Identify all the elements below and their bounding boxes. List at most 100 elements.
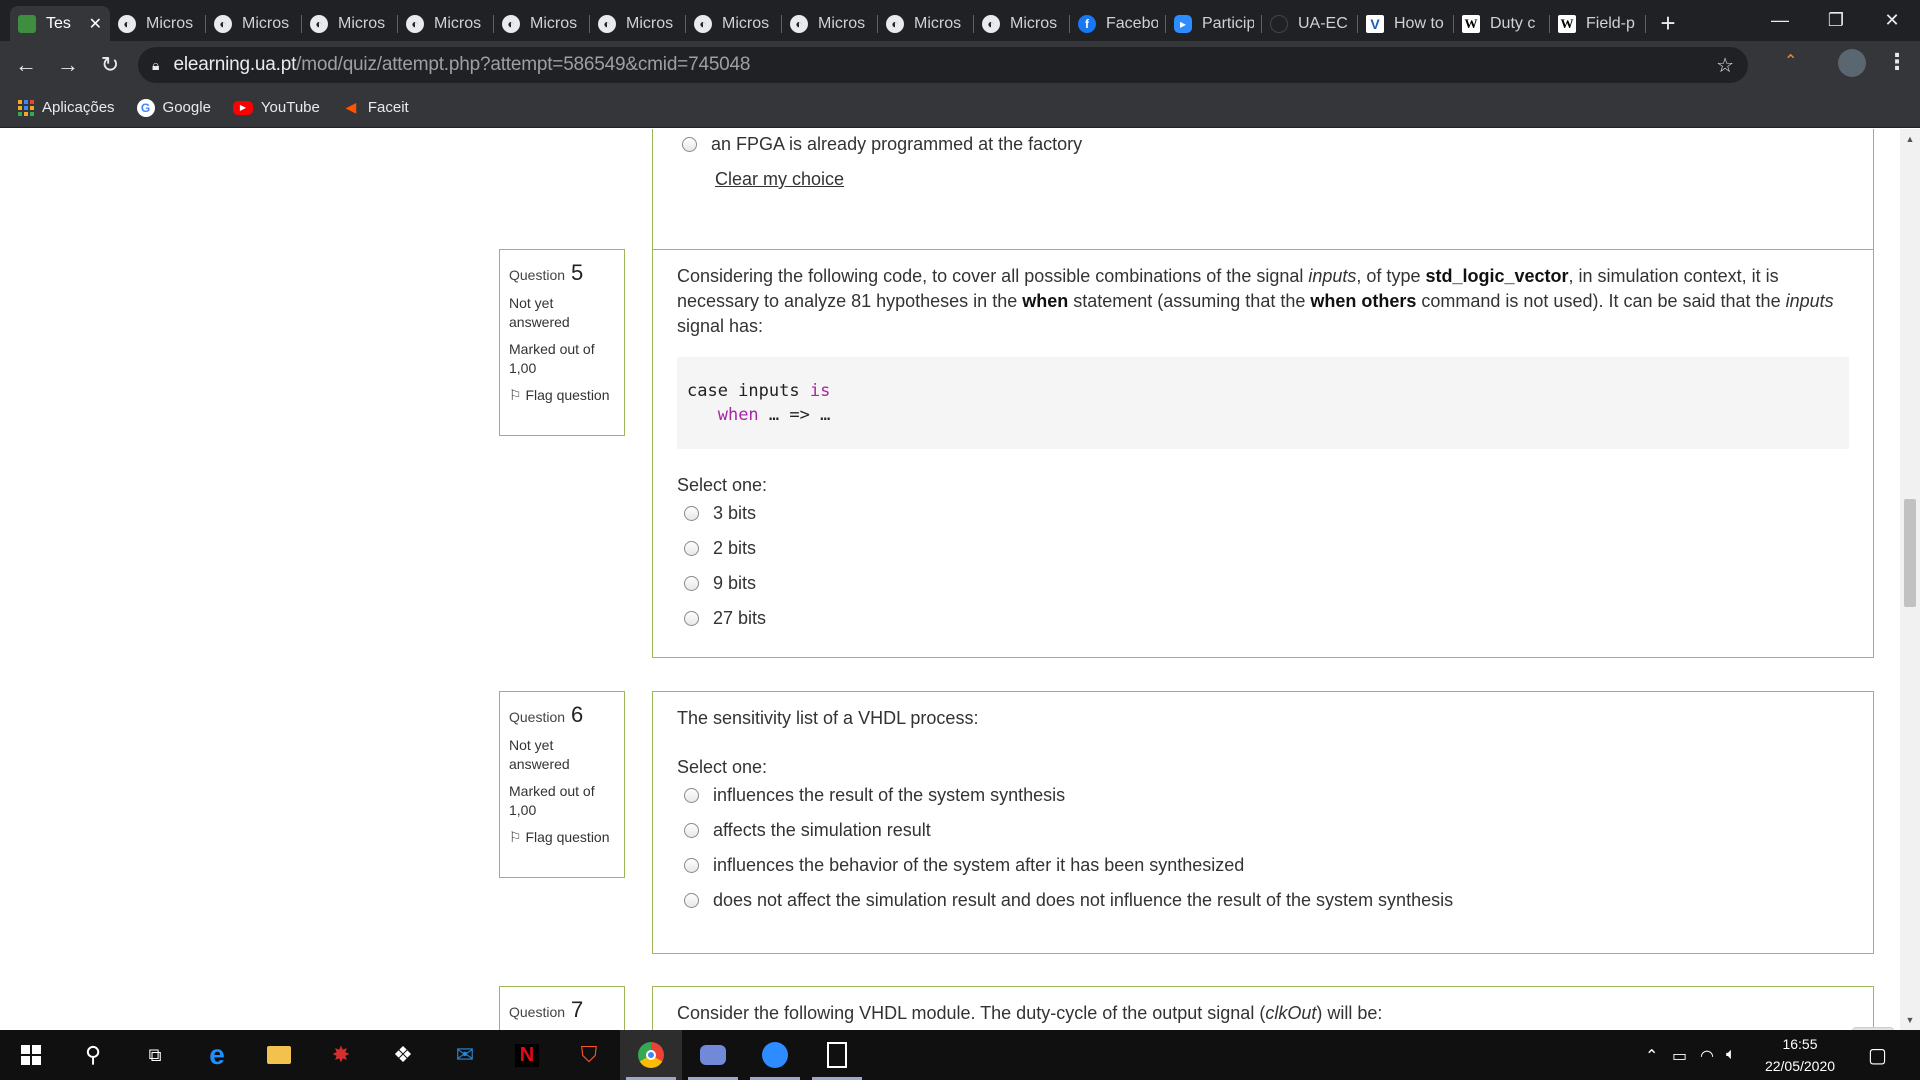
browser-tab[interactable]: ◐ Micros	[110, 6, 206, 41]
zoom-icon[interactable]	[744, 1030, 806, 1080]
moodle-icon	[18, 14, 36, 33]
close-window-button[interactable]: ✕	[1864, 0, 1920, 40]
chevron-up-icon[interactable]: ⌃	[1645, 1046, 1658, 1066]
question-7-content: Consider the following VHDL module. The …	[652, 986, 1874, 1030]
v-icon: V	[1366, 14, 1384, 33]
profile-avatar[interactable]	[1838, 49, 1866, 77]
radio-button[interactable]	[684, 611, 699, 626]
browser-toolbar: ← → ↻ 🔒︎ elearning.ua.pt/mod/quiz/attemp…	[0, 41, 1920, 88]
code-block: case inputs is when … => …	[677, 357, 1849, 449]
google-icon: G	[136, 98, 155, 117]
youtube-icon: ▶	[232, 100, 253, 115]
globe-icon: ◐	[886, 14, 904, 33]
extension-icon[interactable]: ⌃	[1784, 51, 1797, 71]
browser-tab[interactable]: ◐ Micros	[398, 6, 494, 41]
forward-button[interactable]: →	[48, 45, 88, 85]
taskbar-clock[interactable]: 16:55 22/05/2020	[1760, 1033, 1840, 1077]
restore-button[interactable]: ❐	[1808, 0, 1864, 40]
browser-tab[interactable]: f Facebo	[1070, 6, 1166, 41]
answer-option[interactable]: influences the behavior of the system af…	[677, 848, 1849, 883]
question-number: Question 5	[509, 260, 584, 285]
radio-button[interactable]	[682, 137, 697, 152]
mail-icon[interactable]: ✉	[434, 1030, 496, 1080]
apps-icon	[18, 99, 34, 116]
question-number: Question 6	[509, 702, 584, 727]
close-tab-icon[interactable]: ✕	[89, 14, 102, 34]
bookmark-google[interactable]: G Google	[136, 98, 211, 117]
question-text: Considering the following code, to cover…	[677, 266, 1834, 336]
radio-button[interactable]	[684, 541, 699, 556]
bookmark-faceit[interactable]: ◀ Faceit	[342, 99, 408, 117]
browser-tab[interactable]: W Duty c	[1454, 6, 1550, 41]
browser-tab[interactable]: ◐ Micros	[590, 6, 686, 41]
new-tab-button[interactable]: +	[1646, 6, 1690, 41]
question-5-info: Question 5 Not yet answered Marked out o…	[499, 249, 625, 436]
url-text: elearning.ua.pt/mod/quiz/attempt.php?att…	[173, 54, 751, 75]
answer-option[interactable]: 9 bits	[677, 566, 1849, 601]
edge-icon[interactable]: e	[186, 1030, 248, 1080]
browser-tab[interactable]: UA-EC	[1262, 6, 1358, 41]
answer-option[interactable]: 3 bits	[677, 496, 1849, 531]
browser-tab[interactable]: W Field-p	[1550, 6, 1646, 41]
flag-question-link[interactable]: ⚐ Flag question	[509, 386, 615, 405]
radio-button[interactable]	[684, 858, 699, 873]
browser-tab[interactable]: V How to	[1358, 6, 1454, 41]
answer-option[interactable]: influences the result of the system synt…	[677, 778, 1849, 813]
calculator-icon[interactable]	[806, 1030, 868, 1080]
discord-icon[interactable]	[682, 1030, 744, 1080]
wifi-icon[interactable]: ◠	[1700, 1046, 1714, 1066]
browser-menu-icon[interactable]: ⋮	[1886, 49, 1908, 75]
scroll-up-arrow[interactable]: ▲	[1900, 131, 1920, 147]
task-view-icon[interactable]: ⧉	[124, 1030, 186, 1080]
answer-option[interactable]: 2 bits	[677, 531, 1849, 566]
flag-question-link[interactable]: ⚐ Flag question	[509, 828, 615, 847]
globe-icon: ◐	[406, 14, 424, 33]
radio-button[interactable]	[684, 506, 699, 521]
clear-choice-link[interactable]: Clear my choice	[715, 169, 844, 189]
volume-icon[interactable]: 🔈︎	[1726, 1046, 1736, 1064]
brave-icon[interactable]: ⛉	[558, 1030, 620, 1080]
radio-button[interactable]	[684, 576, 699, 591]
back-button[interactable]: ←	[6, 45, 46, 85]
browser-tab[interactable]: ◐ Micros	[494, 6, 590, 41]
browser-tab[interactable]: Tes ✕	[10, 6, 110, 41]
page-scrollbar[interactable]: ▲ ▼	[1900, 129, 1920, 1030]
search-icon[interactable]: ⚲	[62, 1030, 124, 1080]
browser-tab[interactable]: ◐ Micros	[974, 6, 1070, 41]
battery-icon[interactable]: ▭	[1672, 1046, 1687, 1066]
browser-tab[interactable]: ◐ Micros	[782, 6, 878, 41]
bookmark-apps[interactable]: Aplicações	[18, 99, 115, 116]
browser-tab[interactable]: ◐ Micros	[206, 6, 302, 41]
answer-option[interactable]: affects the simulation result	[677, 813, 1849, 848]
globe-icon: ◐	[502, 14, 520, 33]
scrollbar-thumb[interactable]	[1904, 499, 1916, 607]
browser-tab[interactable]: ◐ Micros	[302, 6, 398, 41]
globe-icon: ◐	[982, 14, 1000, 33]
dropbox-icon[interactable]: ❖	[372, 1030, 434, 1080]
windows-start-button[interactable]	[0, 1030, 62, 1080]
globe-icon: ◐	[790, 14, 808, 33]
answer-option[interactable]: an FPGA is already programmed at the fac…	[675, 129, 1849, 162]
answer-option[interactable]: 27 bits	[677, 601, 1849, 636]
game-app-icon[interactable]: ✸	[310, 1030, 372, 1080]
question-5-content: Considering the following code, to cover…	[652, 249, 1874, 658]
bookmark-youtube[interactable]: ▶ YouTube	[232, 99, 320, 116]
w-icon: W	[1558, 14, 1576, 33]
browser-tab[interactable]: ◐ Micros	[686, 6, 782, 41]
radio-button[interactable]	[684, 823, 699, 838]
notifications-icon[interactable]: ▢	[1868, 1043, 1887, 1068]
netflix-icon[interactable]: N	[496, 1030, 558, 1080]
question-grade: Marked out of 1,00	[509, 341, 595, 376]
file-explorer-icon[interactable]	[248, 1030, 310, 1080]
bookmark-star-icon[interactable]: ☆	[1716, 53, 1734, 78]
browser-tab[interactable]: ◐ Micros	[878, 6, 974, 41]
address-bar[interactable]: 🔒︎ elearning.ua.pt/mod/quiz/attempt.php?…	[138, 47, 1748, 83]
browser-tab[interactable]: ▸ Particip	[1166, 6, 1262, 41]
minimize-button[interactable]: —	[1752, 0, 1808, 40]
radio-button[interactable]	[684, 788, 699, 803]
radio-button[interactable]	[684, 893, 699, 908]
scroll-down-arrow[interactable]: ▼	[1900, 1012, 1920, 1028]
answer-option[interactable]: does not affect the simulation result an…	[677, 883, 1849, 918]
chrome-icon[interactable]	[620, 1030, 682, 1080]
reload-button[interactable]: ↻	[90, 45, 130, 85]
